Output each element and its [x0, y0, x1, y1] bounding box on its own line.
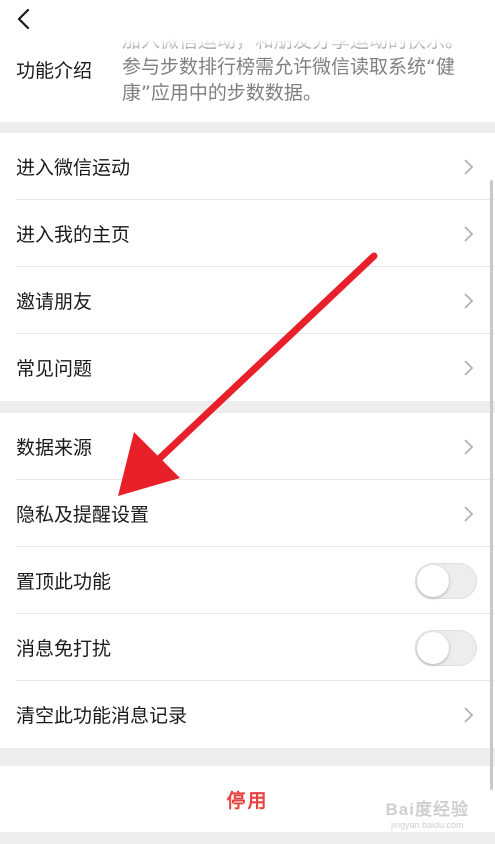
- intro-fade: [110, 34, 490, 52]
- row-label: 进入微信运动: [16, 157, 131, 179]
- chevron-right-icon: [464, 505, 474, 522]
- row-label: 消息免打扰: [16, 638, 112, 660]
- chevron-right-icon: [464, 359, 474, 376]
- row-faq[interactable]: 常见问题: [0, 334, 495, 401]
- chevron-right-icon: [464, 438, 474, 455]
- back-button[interactable]: [8, 4, 38, 34]
- toggle-knob: [417, 564, 449, 597]
- row-pin-to-top: 置顶此功能: [0, 547, 495, 614]
- row-data-source[interactable]: 数据来源: [0, 413, 495, 480]
- disable-button[interactable]: 停用: [226, 786, 268, 813]
- row-mute-notifications: 消息免打扰: [0, 614, 495, 681]
- row-enter-wechat-sport[interactable]: 进入微信运动: [0, 133, 495, 200]
- intro-section: 功能介绍 加入微信运动，和朋友分享运动的快乐。参与步数排行榜需允许微信读取系统“…: [0, 0, 495, 122]
- chevron-right-icon: [464, 706, 474, 723]
- row-label: 隐私及提醒设置: [16, 504, 150, 526]
- watermark-main: Bai度经验: [385, 800, 469, 819]
- scrollbar[interactable]: [490, 180, 493, 790]
- row-label: 置顶此功能: [16, 571, 112, 593]
- row-privacy-reminder-settings[interactable]: 隐私及提醒设置: [0, 480, 495, 547]
- back-chevron-icon: [17, 8, 30, 30]
- row-my-homepage[interactable]: 进入我的主页: [0, 200, 495, 267]
- pin-to-top-toggle[interactable]: [415, 562, 477, 599]
- watermark-sub: jingyan.baidu.com: [390, 820, 464, 830]
- baidu-watermark: Bai度经验 jingyan.baidu.com: [386, 795, 469, 830]
- chevron-right-icon: [464, 158, 474, 175]
- mute-notifications-toggle[interactable]: [415, 629, 477, 666]
- row-label: 常见问题: [16, 358, 93, 380]
- row-label: 清空此功能消息记录: [16, 705, 188, 727]
- intro-label: 功能介绍: [16, 60, 93, 82]
- toggle-knob: [417, 631, 449, 664]
- chevron-right-icon: [464, 292, 474, 309]
- row-label: 邀请朋友: [16, 291, 93, 313]
- row-label: 数据来源: [16, 437, 93, 459]
- row-invite-friends[interactable]: 邀请朋友: [0, 267, 495, 334]
- row-label: 进入我的主页: [16, 224, 131, 246]
- row-clear-messages[interactable]: 清空此功能消息记录: [0, 681, 495, 748]
- menu-group-1: 进入微信运动 进入我的主页 邀请朋友 常见问题: [0, 133, 495, 401]
- menu-group-2: 数据来源 隐私及提醒设置 置顶此功能 消息免打扰 清空此功能消息记录: [0, 413, 495, 748]
- chevron-right-icon: [464, 225, 474, 242]
